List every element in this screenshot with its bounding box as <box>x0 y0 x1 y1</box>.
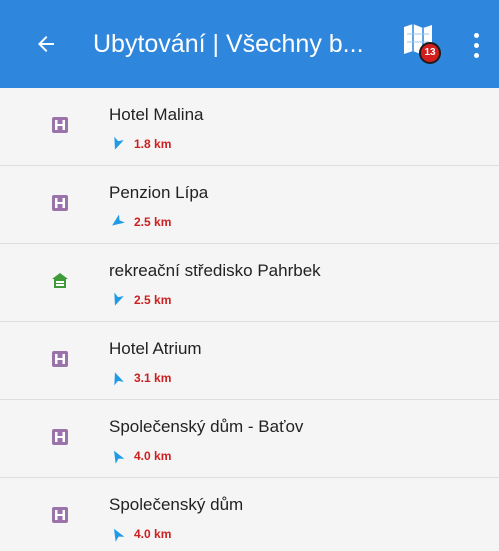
distance-info: 1.8 km <box>110 136 172 151</box>
list-item[interactable]: Společenský dům 4.0 km <box>0 478 499 551</box>
direction-arrow-icon <box>112 214 125 226</box>
direction-arrow-icon <box>114 372 124 386</box>
distance-info: 2.5 km <box>110 214 172 229</box>
direction-arrow-icon <box>114 528 125 542</box>
hotel-icon <box>51 350 69 368</box>
list-item[interactable]: rekreační středisko Pahrbek 2.5 km <box>0 244 499 322</box>
page-title: Ubytování | Všechny b... <box>93 30 364 58</box>
distance-label: 2.5 km <box>134 215 172 229</box>
distance-info: 4.0 km <box>110 449 172 464</box>
list-item[interactable]: Hotel Atrium 3.1 km <box>0 322 499 400</box>
place-name: Hotel Atrium <box>109 339 202 358</box>
menu-dot-icon <box>473 32 479 38</box>
hotel-icon <box>51 506 69 524</box>
back-arrow-icon <box>38 36 54 52</box>
back-button[interactable] <box>28 26 64 62</box>
map-count-badge: 13 <box>419 42 441 64</box>
overflow-menu-button[interactable] <box>464 27 488 63</box>
app-bar: Ubytování | Všechny b... 13 <box>0 0 499 88</box>
distance-info: 4.0 km <box>110 527 172 542</box>
place-name: Společenský dům - Baťov <box>109 417 304 436</box>
direction-arrow-icon <box>114 292 124 306</box>
hotel-icon <box>51 194 69 212</box>
hotel-icon <box>51 116 69 134</box>
place-name: Penzion Lípa <box>109 183 209 202</box>
direction-arrow-icon <box>114 450 125 464</box>
place-name: Společenský dům <box>109 495 244 514</box>
show-on-map-button[interactable]: 13 <box>402 22 448 68</box>
distance-label: 4.0 km <box>134 527 172 541</box>
place-name: rekreační středisko Pahrbek <box>109 261 321 280</box>
direction-arrow-icon <box>114 136 124 150</box>
list-item[interactable]: Společenský dům - Baťov 4.0 km <box>0 400 499 478</box>
distance-label: 3.1 km <box>134 371 172 385</box>
distance-label: 2.5 km <box>134 293 172 307</box>
distance-info: 2.5 km <box>110 292 172 307</box>
menu-dot-icon <box>473 42 479 48</box>
distance-label: 1.8 km <box>134 137 172 151</box>
places-list: Hotel Malina 1.8 km Penzion Lípa 2.5 km … <box>0 88 499 551</box>
place-name: Hotel Malina <box>109 105 204 124</box>
menu-dot-icon <box>473 52 479 58</box>
list-item[interactable]: Penzion Lípa 2.5 km <box>0 166 499 244</box>
distance-info: 3.1 km <box>110 371 172 386</box>
list-item[interactable]: Hotel Malina 1.8 km <box>0 88 499 166</box>
distance-label: 4.0 km <box>134 449 172 463</box>
hotel-icon <box>51 428 69 446</box>
recreation-center-icon <box>51 272 69 290</box>
